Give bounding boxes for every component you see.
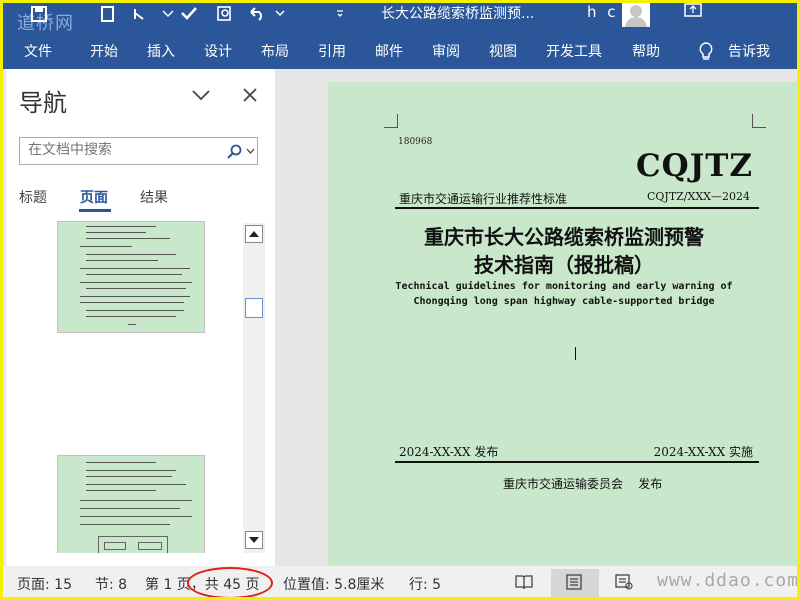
- close-icon[interactable]: [242, 87, 258, 103]
- triangle-down-icon: [249, 537, 259, 543]
- document-area[interactable]: 180968 CQJTZ 重庆市交通运输行业推荐性标准 CQJTZ/XXX—20…: [278, 69, 797, 566]
- text-cursor: [575, 347, 576, 360]
- app-window: 道桥网 长大公路缆索桥监测预... h c 文件 开始 插入 设计 布局 引用 …: [0, 0, 800, 600]
- watermark-url: www.ddao.com: [657, 570, 800, 591]
- tab-review[interactable]: 审阅: [432, 41, 460, 61]
- touch-mode-icon[interactable]: [129, 5, 149, 25]
- search-icon[interactable]: [226, 144, 242, 160]
- page-thumbnail-16[interactable]: [57, 455, 205, 553]
- save-icon[interactable]: [29, 5, 49, 25]
- customize-toolbar-icon[interactable]: [335, 5, 345, 25]
- crop-mark-top-left: [384, 114, 398, 128]
- tab-design[interactable]: 设计: [204, 41, 232, 61]
- title-bar: 道桥网 长大公路缆索桥监测预... h c: [3, 3, 797, 34]
- chevron-down-icon[interactable]: [192, 89, 210, 101]
- tab-references[interactable]: 引用: [318, 41, 346, 61]
- page-thumbnail-15[interactable]: [57, 221, 205, 333]
- nav-tab-headings[interactable]: 标题: [19, 187, 47, 207]
- web-layout-icon[interactable]: [615, 574, 633, 590]
- document-code: 180968: [398, 137, 433, 147]
- issuer: 重庆市交通运输委员会 发布: [503, 477, 663, 491]
- annotation-circle: [187, 567, 273, 597]
- scrollbar-thumb[interactable]: [245, 298, 263, 318]
- footer-rule: [395, 461, 759, 463]
- print-preview-icon[interactable]: [215, 5, 235, 25]
- read-mode-icon[interactable]: [515, 574, 533, 590]
- implement-date: 2024-XX-XX 实施: [653, 445, 753, 459]
- header-rule: [395, 207, 759, 209]
- page-thumbnails: 15: [6, 221, 246, 553]
- crop-mark-top-right: [752, 114, 766, 128]
- dropdown-caret-icon[interactable]: [158, 5, 178, 25]
- status-page[interactable]: 页面: 15: [17, 574, 72, 594]
- triangle-up-icon: [249, 231, 259, 237]
- tell-me-search[interactable]: 告诉我: [728, 41, 770, 61]
- tab-mailings[interactable]: 邮件: [375, 41, 403, 61]
- tab-help[interactable]: 帮助: [632, 41, 660, 61]
- search-options-chevron-icon[interactable]: [246, 148, 255, 154]
- navigation-pane: 导航 标题 页面 结果: [6, 69, 275, 566]
- tab-home[interactable]: 开始: [90, 41, 118, 61]
- standard-type: 重庆市交通运输行业推荐性标准: [399, 192, 568, 206]
- new-document-icon[interactable]: [97, 5, 117, 25]
- tab-view[interactable]: 视图: [489, 41, 517, 61]
- tab-developer[interactable]: 开发工具: [546, 41, 602, 61]
- scroll-down-button[interactable]: [245, 531, 263, 549]
- title-line-2: 技术指南（报批稿）: [474, 253, 654, 277]
- document-title: 长大公路缆索桥监测预...: [381, 6, 535, 22]
- english-title-line-2: Chongqing long span highway cable-suppor…: [413, 296, 715, 307]
- standard-number: CQJTZ/XXX—2024: [646, 190, 750, 203]
- search-box: [19, 137, 258, 165]
- print-layout-icon[interactable]: [565, 574, 583, 590]
- tab-insert[interactable]: 插入: [147, 41, 175, 61]
- undo-icon[interactable]: [247, 5, 267, 25]
- nav-tab-pages[interactable]: 页面: [80, 187, 108, 207]
- ribbon-display-icon[interactable]: [684, 3, 702, 17]
- status-position[interactable]: 位置值: 5.8厘米: [283, 574, 384, 594]
- nav-tab-results[interactable]: 结果: [140, 187, 168, 207]
- active-tab-indicator: [79, 209, 111, 212]
- scroll-up-button[interactable]: [245, 225, 263, 243]
- ribbon-tabs: 文件 开始 插入 设计 布局 引用 邮件 审阅 视图 开发工具 帮助 告诉我: [3, 33, 797, 69]
- english-title-line-1: Technical guidelines for monitoring and …: [395, 281, 733, 292]
- thumbnail-scrollbar[interactable]: [243, 223, 265, 553]
- status-section[interactable]: 节: 8: [95, 574, 127, 594]
- lightbulb-icon: [699, 42, 713, 60]
- status-line[interactable]: 行: 5: [409, 574, 441, 594]
- release-date: 2024-XX-XX 发布: [399, 445, 499, 459]
- document-page[interactable]: 180968 CQJTZ 重庆市交通运输行业推荐性标准 CQJTZ/XXX—20…: [328, 82, 797, 566]
- title-line-1: 重庆市长大公路缆索桥监测预警: [424, 225, 704, 249]
- nav-title: 导航: [19, 89, 67, 117]
- user-initials[interactable]: h c: [587, 3, 619, 21]
- tab-layout[interactable]: 布局: [261, 41, 289, 61]
- standard-logo: CQJTZ: [635, 148, 753, 184]
- search-input[interactable]: [28, 142, 218, 158]
- undo-dropdown-icon[interactable]: [271, 5, 291, 25]
- check-icon[interactable]: [179, 5, 199, 25]
- avatar[interactable]: [622, 3, 650, 27]
- tab-file[interactable]: 文件: [24, 41, 52, 61]
